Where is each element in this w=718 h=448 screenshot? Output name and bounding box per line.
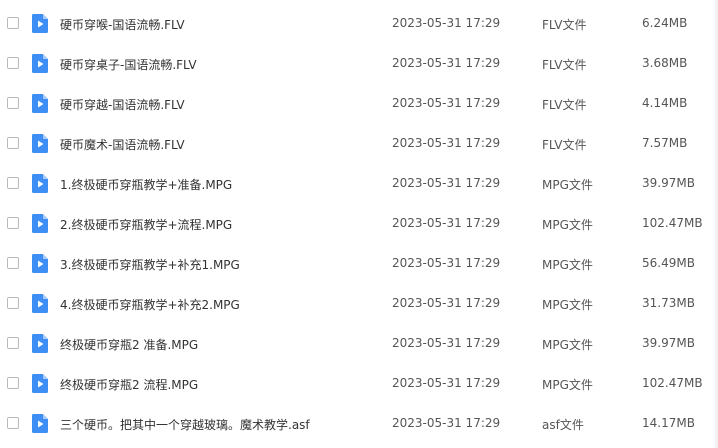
file-size: 102.47MB — [642, 376, 703, 390]
file-row[interactable]: 终极硬币穿瓶2 流程.MPG 2023-05-31 17:29 MPG文件 10… — [0, 364, 718, 404]
row-checkbox[interactable] — [7, 17, 19, 29]
file-row[interactable]: 硬币穿喉-国语流畅.FLV 2023-05-31 17:29 FLV文件 6.2… — [0, 4, 718, 44]
video-file-icon[interactable] — [32, 174, 48, 193]
file-size: 3.68MB — [642, 56, 688, 70]
file-date: 2023-05-31 17:29 — [392, 216, 501, 230]
file-date: 2023-05-31 17:29 — [392, 336, 501, 350]
file-size: 31.73MB — [642, 296, 695, 310]
file-date: 2023-05-31 17:29 — [392, 16, 501, 30]
video-file-icon[interactable] — [32, 94, 48, 113]
video-file-icon[interactable] — [32, 214, 48, 233]
row-checkbox[interactable] — [7, 257, 19, 269]
file-row[interactable]: 4.终极硬币穿瓶教学+补充2.MPG 2023-05-31 17:29 MPG文… — [0, 284, 718, 324]
file-date: 2023-05-31 17:29 — [392, 136, 501, 150]
file-size: 14.17MB — [642, 416, 695, 430]
row-checkbox[interactable] — [7, 137, 19, 149]
video-file-icon[interactable] — [32, 294, 48, 313]
file-type: MPG文件 — [542, 378, 593, 392]
row-checkbox[interactable] — [7, 417, 19, 429]
file-type: MPG文件 — [542, 218, 593, 232]
file-date: 2023-05-31 17:29 — [392, 376, 501, 390]
file-date: 2023-05-31 17:29 — [392, 256, 501, 270]
file-size: 102.47MB — [642, 216, 703, 230]
file-type: MPG文件 — [542, 338, 593, 352]
file-date: 2023-05-31 17:29 — [392, 416, 501, 430]
video-file-icon[interactable] — [32, 134, 48, 153]
video-file-icon[interactable] — [32, 14, 48, 33]
file-name[interactable]: 硬币穿桌子-国语流畅.FLV — [60, 56, 197, 73]
file-name[interactable]: 硬币魔术-国语流畅.FLV — [60, 136, 185, 153]
file-date: 2023-05-31 17:29 — [392, 176, 501, 190]
file-row[interactable]: 硬币魔术-国语流畅.FLV 2023-05-31 17:29 FLV文件 7.5… — [0, 124, 718, 164]
file-size: 56.49MB — [642, 256, 695, 270]
video-file-icon[interactable] — [32, 254, 48, 273]
file-row[interactable]: 硬币穿越-国语流畅.FLV 2023-05-31 17:29 FLV文件 4.1… — [0, 84, 718, 124]
video-file-icon[interactable] — [32, 414, 48, 433]
file-row[interactable]: 终极硬币穿瓶2 准备.MPG 2023-05-31 17:29 MPG文件 39… — [0, 324, 718, 364]
video-file-icon[interactable] — [32, 54, 48, 73]
row-checkbox[interactable] — [7, 57, 19, 69]
video-file-icon[interactable] — [32, 374, 48, 393]
file-row[interactable]: 1.终极硬币穿瓶教学+准备.MPG 2023-05-31 17:29 MPG文件… — [0, 164, 718, 204]
file-date: 2023-05-31 17:29 — [392, 96, 501, 110]
row-checkbox[interactable] — [7, 177, 19, 189]
file-name[interactable]: 硬币穿越-国语流畅.FLV — [60, 96, 185, 113]
file-row[interactable]: 硬币穿桌子-国语流畅.FLV 2023-05-31 17:29 FLV文件 3.… — [0, 44, 718, 84]
file-name[interactable]: 2.终极硬币穿瓶教学+流程.MPG — [60, 216, 232, 233]
file-name[interactable]: 三个硬币。把其中一个穿越玻璃。魔术教学.asf — [60, 416, 310, 433]
file-name[interactable]: 硬币穿喉-国语流畅.FLV — [60, 16, 185, 33]
file-size: 39.97MB — [642, 176, 695, 190]
file-type: FLV文件 — [542, 138, 587, 152]
file-name[interactable]: 3.终极硬币穿瓶教学+补充1.MPG — [60, 256, 240, 273]
file-type: asf文件 — [542, 418, 584, 432]
file-name[interactable]: 4.终极硬币穿瓶教学+补充2.MPG — [60, 296, 240, 313]
file-name[interactable]: 终极硬币穿瓶2 流程.MPG — [60, 376, 198, 393]
file-row[interactable]: 2.终极硬币穿瓶教学+流程.MPG 2023-05-31 17:29 MPG文件… — [0, 204, 718, 244]
row-checkbox[interactable] — [7, 337, 19, 349]
file-type: FLV文件 — [542, 58, 587, 72]
row-checkbox[interactable] — [7, 97, 19, 109]
file-type: MPG文件 — [542, 298, 593, 312]
file-row[interactable]: 3.终极硬币穿瓶教学+补充1.MPG 2023-05-31 17:29 MPG文… — [0, 244, 718, 284]
video-file-icon[interactable] — [32, 334, 48, 353]
file-type: MPG文件 — [542, 178, 593, 192]
file-type: FLV文件 — [542, 98, 587, 112]
file-date: 2023-05-31 17:29 — [392, 296, 501, 310]
row-checkbox[interactable] — [7, 217, 19, 229]
file-size: 39.97MB — [642, 336, 695, 350]
row-checkbox[interactable] — [7, 297, 19, 309]
file-size: 6.24MB — [642, 16, 688, 30]
file-type: FLV文件 — [542, 18, 587, 32]
file-list: 硬币穿喉-国语流畅.FLV 2023-05-31 17:29 FLV文件 6.2… — [0, 4, 718, 444]
row-checkbox[interactable] — [7, 377, 19, 389]
file-type: MPG文件 — [542, 258, 593, 272]
file-name[interactable]: 1.终极硬币穿瓶教学+准备.MPG — [60, 176, 232, 193]
file-size: 7.57MB — [642, 136, 688, 150]
file-size: 4.14MB — [642, 96, 688, 110]
file-date: 2023-05-31 17:29 — [392, 56, 501, 70]
file-row[interactable]: 三个硬币。把其中一个穿越玻璃。魔术教学.asf 2023-05-31 17:29… — [0, 404, 718, 444]
file-name[interactable]: 终极硬币穿瓶2 准备.MPG — [60, 336, 198, 353]
